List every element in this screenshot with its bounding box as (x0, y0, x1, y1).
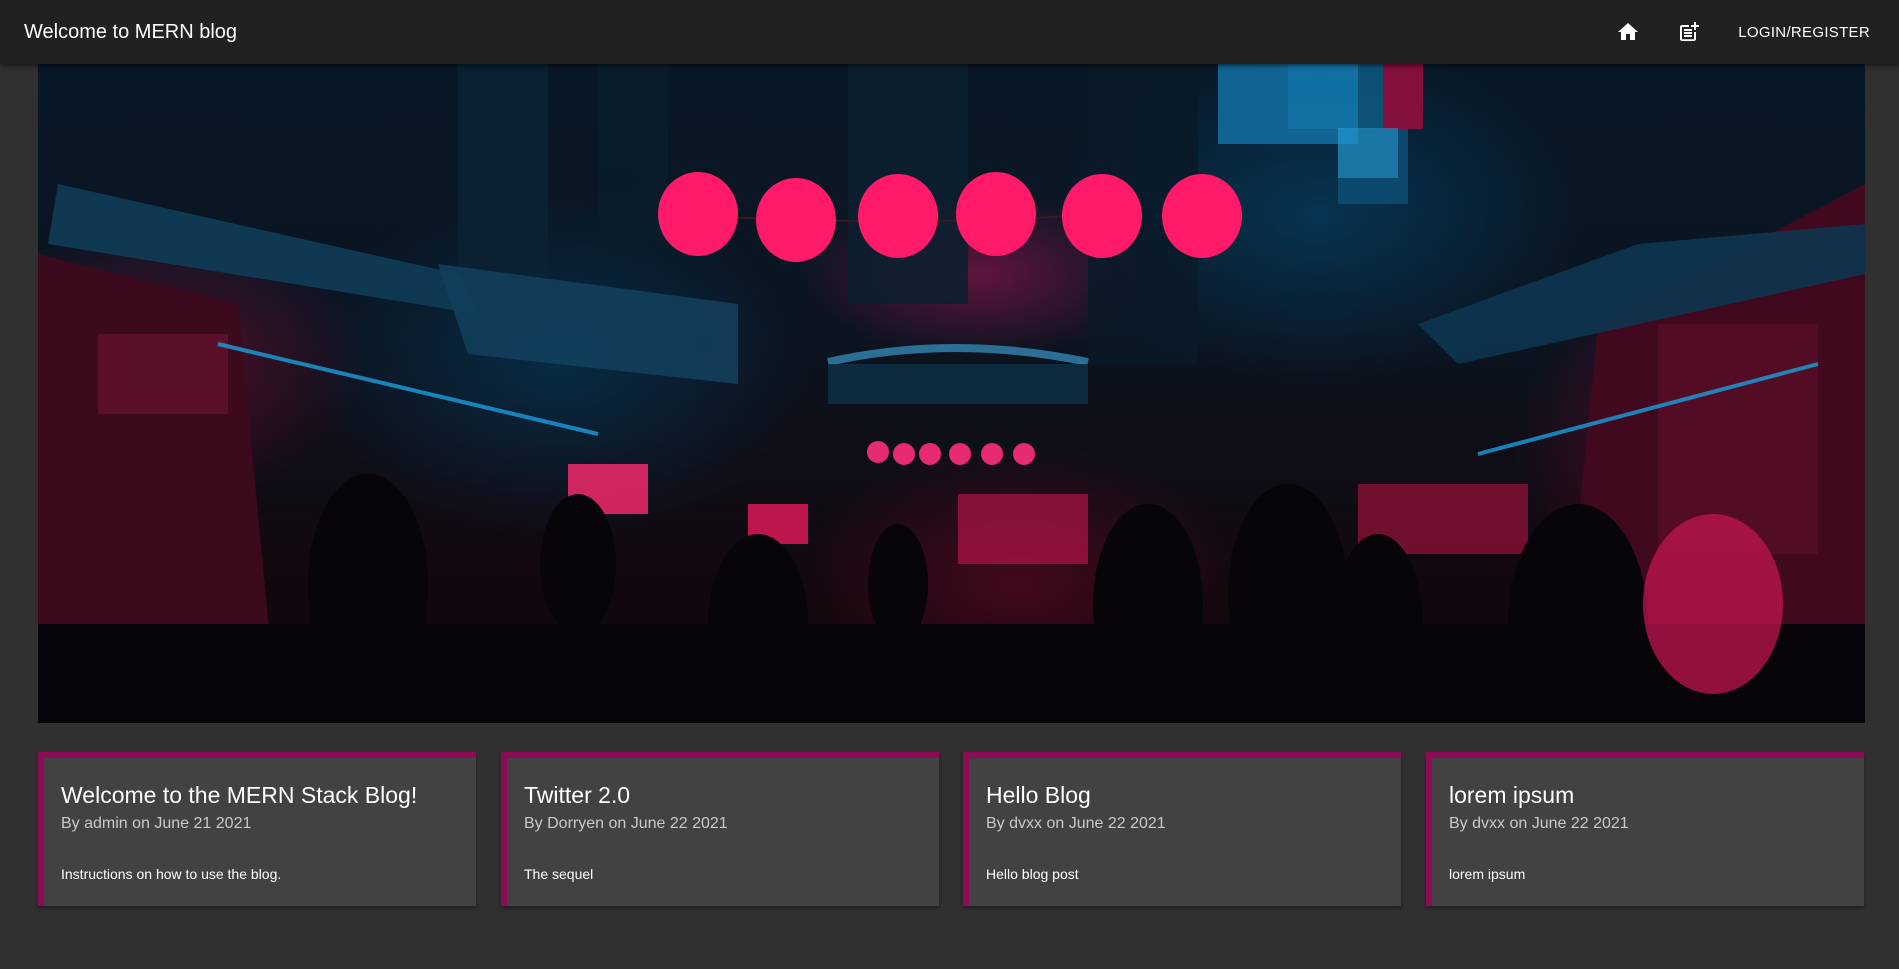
post-add-icon[interactable] (1674, 17, 1704, 47)
app-title: Welcome to MERN blog (24, 21, 238, 43)
post-meta: By dvxx on June 22 2021 (1449, 815, 1629, 832)
post-meta: By Dorryen on June 22 2021 (524, 815, 728, 832)
post-title[interactable]: Welcome to the MERN Stack Blog! (61, 781, 417, 809)
home-icon[interactable] (1613, 17, 1643, 47)
app-bar: Welcome to MERN blog LOGIN/REGISTER (0, 0, 1899, 64)
post-card[interactable]: Welcome to the MERN Stack Blog! By admin… (38, 752, 476, 906)
post-meta: By dvxx on June 22 2021 (986, 815, 1166, 832)
post-card[interactable]: Hello Blog By dvxx on June 22 2021 Hello… (963, 752, 1401, 906)
hero-image (38, 64, 1865, 723)
post-title[interactable]: Twitter 2.0 (524, 781, 630, 809)
post-title[interactable]: lorem ipsum (1449, 781, 1574, 809)
login-register-button[interactable]: LOGIN/REGISTER (1738, 24, 1870, 41)
post-excerpt: The sequel (524, 866, 594, 882)
post-meta: By admin on June 21 2021 (61, 815, 252, 832)
post-excerpt: Instructions on how to use the blog. (61, 866, 282, 882)
post-excerpt: lorem ipsum (1449, 866, 1526, 882)
post-excerpt: Hello blog post (986, 866, 1079, 882)
hero-illustration (38, 64, 1865, 723)
post-card[interactable]: Twitter 2.0 By Dorryen on June 22 2021 T… (501, 752, 939, 906)
post-card[interactable]: lorem ipsum By dvxx on June 22 2021 lore… (1426, 752, 1864, 906)
post-title[interactable]: Hello Blog (986, 781, 1091, 809)
